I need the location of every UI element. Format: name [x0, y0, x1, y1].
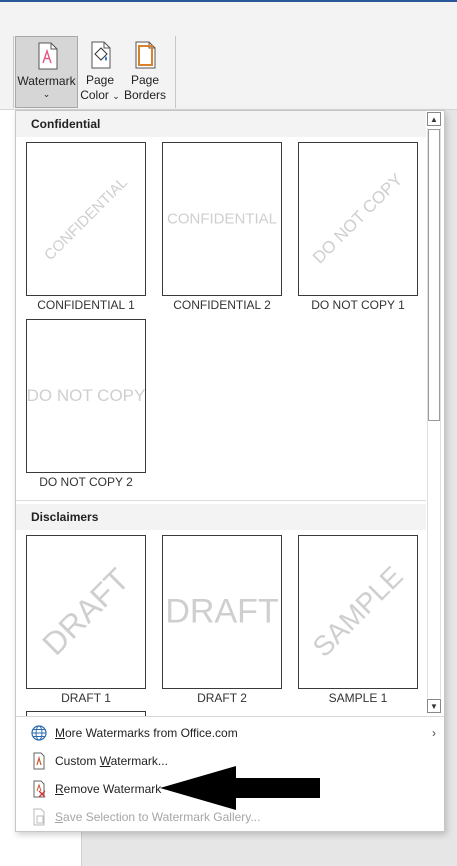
- watermark-preview-text: CONFIDENTIAL: [166, 210, 278, 228]
- custom-watermark-icon: [33, 752, 45, 770]
- gallery-item-confidential-2[interactable]: CONFIDENTIAL CONFIDENTIAL 2: [162, 142, 282, 314]
- section-divider: [16, 500, 426, 501]
- watermark-preview-text: DO NOT COPY: [308, 169, 407, 268]
- watermark-thumbnail: CONFIDENTIAL: [26, 142, 146, 296]
- custom-watermark-label: Custom Watermark...: [55, 754, 168, 768]
- page-borders-label-line2: Borders: [123, 88, 167, 102]
- chevron-down-icon: ⌄: [112, 91, 120, 101]
- gallery-item-caption: CONFIDENTIAL 1: [37, 298, 135, 312]
- watermark-gallery: Confidential CONFIDENTIAL CONFIDENTIAL 1…: [16, 111, 426, 716]
- watermark-button[interactable]: Watermark ⌄: [15, 36, 78, 108]
- gallery-item-confidential-1[interactable]: CONFIDENTIAL CONFIDENTIAL 1: [26, 142, 146, 314]
- watermark-thumbnail: DRAFT: [162, 535, 282, 689]
- more-watermarks-menu-item[interactable]: More Watermarks from Office.com ›: [16, 719, 444, 747]
- watermark-thumbnail: CONFIDENTIAL: [162, 142, 282, 296]
- watermark-button-label: Watermark: [17, 74, 76, 88]
- page-color-icon: [91, 41, 111, 69]
- watermark-thumbnail: DO NOT COPY: [26, 319, 146, 473]
- remove-watermark-label: Remove Watermark: [55, 782, 162, 796]
- page-borders-label-line1: Page: [130, 73, 160, 87]
- watermark-preview-text: DRAFT: [165, 592, 279, 631]
- scroll-thumb[interactable]: [428, 129, 440, 421]
- save-selection-label: Save Selection to Watermark Gallery...: [55, 810, 261, 824]
- watermark-dropdown-panel: Confidential CONFIDENTIAL CONFIDENTIAL 1…: [15, 110, 445, 832]
- gallery-item-caption: DO NOT COPY 1: [311, 298, 405, 312]
- page-color-label-line1: Page: [85, 73, 115, 87]
- gallery-item-draft-2[interactable]: DRAFT DRAFT 2: [162, 535, 282, 707]
- globe-icon: [31, 725, 47, 741]
- gallery-item-do-not-copy-1[interactable]: DO NOT COPY DO NOT COPY 1: [298, 142, 418, 314]
- page-color-label-line2: Color ⌄: [80, 88, 120, 102]
- watermark-icon: [38, 42, 57, 70]
- ribbon-design-tab: Watermark ⌄ Page Color ⌄ Page Borders: [0, 2, 457, 110]
- watermark-thumbnail: DRAFT: [26, 535, 146, 689]
- section-header-disclaimers: Disclaimers: [16, 504, 426, 530]
- gallery-item-caption: SAMPLE 1: [328, 691, 388, 705]
- scroll-up-button[interactable]: ▲: [427, 112, 441, 126]
- gallery-item-caption: CONFIDENTIAL 2: [173, 298, 271, 312]
- page-borders-icon: [135, 41, 156, 69]
- remove-watermark-icon: [33, 780, 46, 798]
- more-watermarks-label: More Watermarks from Office.com: [55, 726, 238, 740]
- watermark-thumbnail: SAMPLE: [298, 535, 418, 689]
- watermark-preview-text: CONFIDENTIAL: [41, 174, 131, 264]
- ribbon-group-separator: [13, 36, 14, 108]
- page-color-button[interactable]: Page Color ⌄: [80, 36, 120, 108]
- gallery-scrollbar[interactable]: ▲ ▼: [426, 111, 444, 716]
- gallery-item-caption: DRAFT 1: [61, 691, 111, 705]
- gallery-item-caption: DRAFT 2: [197, 691, 247, 705]
- section-header-confidential: Confidential: [16, 111, 426, 137]
- chevron-down-icon: ⌄: [42, 89, 51, 99]
- save-selection-icon: [33, 808, 45, 826]
- gallery-item-caption: DO NOT COPY 2: [39, 475, 133, 489]
- gallery-item-sample-1[interactable]: SAMPLE SAMPLE 1: [298, 535, 418, 707]
- ribbon-group-separator: [175, 36, 176, 108]
- scroll-down-button[interactable]: ▼: [427, 699, 441, 713]
- watermark-thumbnail: DO NOT COPY: [298, 142, 418, 296]
- annotation-arrow-icon: [160, 766, 320, 810]
- chevron-right-icon: ›: [432, 726, 436, 740]
- watermark-preview-text: DO NOT COPY: [26, 386, 146, 405]
- watermark-preview-text: SAMPLE: [306, 560, 409, 663]
- page-borders-button[interactable]: Page Borders: [122, 36, 168, 108]
- gallery-item-do-not-copy-2[interactable]: DO NOT COPY DO NOT COPY 2: [26, 319, 146, 491]
- gallery-item-draft-1[interactable]: DRAFT DRAFT 1: [26, 535, 146, 707]
- watermark-preview-text: DRAFT: [35, 561, 137, 663]
